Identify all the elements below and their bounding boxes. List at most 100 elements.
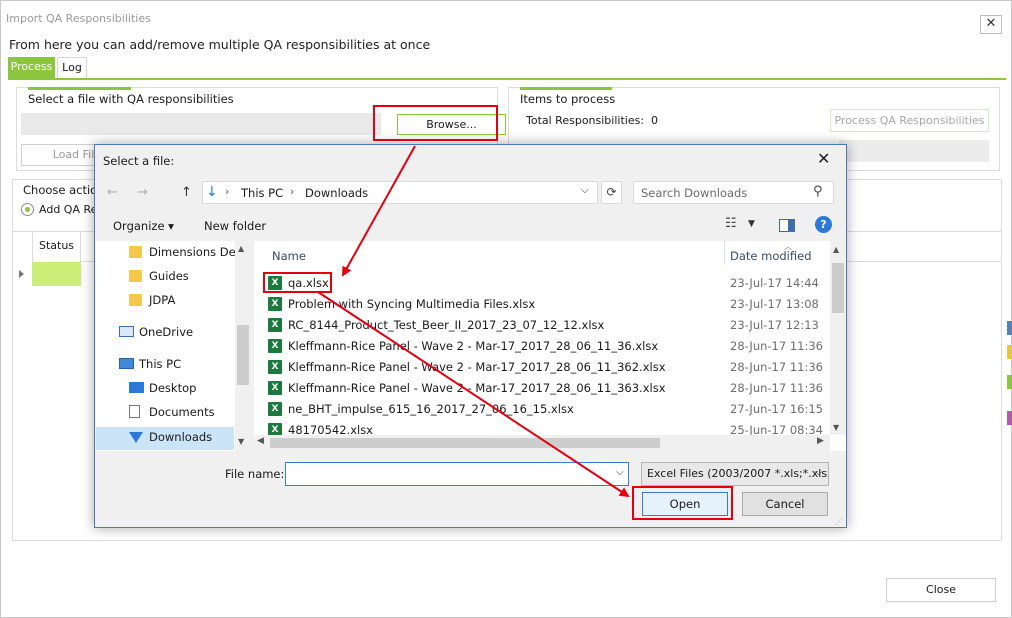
refresh-icon[interactable]: ⟳ (601, 181, 622, 204)
organize-button[interactable]: Organize ▾ (113, 219, 174, 233)
file-date: 23-Jul-17 12:13 (730, 318, 819, 332)
file-list-hscrollbar[interactable]: ◀ ▶ (254, 435, 830, 451)
nav-scrollbar[interactable]: ▲ ▼ (235, 241, 251, 451)
row-pointer-icon (19, 270, 24, 278)
file-dialog-toolbar: Organize ▾ New folder ☷ ▼ ? (95, 211, 846, 241)
nav-item-label: This PC (139, 357, 182, 371)
file-type-select[interactable]: Excel Files (2003/2007 *.xls;*.xlsx (641, 462, 829, 486)
file-type-dropdown-icon[interactable]: ⌵ (815, 467, 823, 478)
up-arrow-icon[interactable]: ↑ (181, 185, 192, 200)
file-name: Problem with Syncing Multimedia Files.xl… (288, 297, 536, 311)
search-input[interactable]: Search Downloads ⚲ (633, 181, 834, 204)
nav-item-label: OneDrive (139, 325, 194, 339)
file-list: Name ︿ Date modified X qa.xlsx 23-Jul-17… (254, 241, 846, 451)
items-title: Items to process (520, 92, 616, 106)
file-row[interactable]: X RC_8144_Product_Test_Beer_II_2017_23_0… (268, 315, 833, 336)
scroll-thumb[interactable] (237, 325, 249, 385)
file-name: RC_8144_Product_Test_Beer_II_2017_23_07_… (288, 318, 605, 332)
file-dialog-title: Select a file: (103, 154, 175, 168)
nav-item-label: JDPA (149, 293, 176, 307)
select-file-title: Select a file with QA responsibilities (28, 92, 234, 106)
excel-file-icon: X (268, 381, 282, 395)
back-arrow-icon[interactable]: ← (107, 185, 118, 200)
documents-icon (129, 405, 140, 418)
panel-accent-bar (520, 87, 612, 90)
downloads-icon: ↓ (206, 184, 218, 200)
grid-header-status[interactable]: Status (32, 232, 81, 262)
file-date: 23-Jul-17 13:08 (730, 297, 819, 311)
dialog-title: Import QA Responsibilities (6, 12, 151, 25)
resize-grip-icon[interactable]: ⋰ (835, 517, 843, 526)
chevron-down-icon[interactable]: ⌵ (581, 185, 589, 196)
file-path-field[interactable] (21, 113, 381, 135)
view-dropdown-icon[interactable]: ▼ (748, 219, 755, 229)
preview-pane-icon[interactable] (779, 219, 795, 232)
breadcrumb-this-pc[interactable]: This PC (241, 186, 283, 200)
file-row[interactable]: X ne_BHT_impulse_615_16_2017_27_06_16_15… (268, 399, 833, 420)
file-name-dropdown-icon[interactable]: ⌵ (616, 467, 624, 478)
scroll-thumb[interactable] (832, 263, 844, 313)
file-date: 28-Jun-17 11:36 (730, 360, 823, 374)
file-list-vscrollbar[interactable]: ▲ ▼ (830, 241, 846, 435)
nav-item-label: Desktop (149, 381, 197, 395)
file-name-input[interactable] (285, 462, 629, 486)
forward-arrow-icon[interactable]: → (137, 185, 148, 200)
total-responsibilities-label: Total Responsibilities: (526, 114, 645, 127)
dialog-close-button[interactable]: ✕ (980, 15, 1002, 34)
file-date: 23-Jul-17 14:44 (730, 276, 819, 290)
search-placeholder: Search Downloads (641, 186, 748, 200)
process-qa-button[interactable]: Process QA Responsibilities (830, 109, 989, 132)
cancel-button[interactable]: Cancel (742, 492, 828, 516)
scroll-down-icon[interactable]: ▼ (833, 423, 839, 432)
file-dialog-close-icon[interactable]: ✕ (817, 149, 830, 168)
scroll-thumb[interactable] (270, 438, 660, 448)
background-edge (1004, 321, 1012, 441)
tab-log[interactable]: Log (57, 57, 87, 78)
breadcrumb-chevron-icon[interactable]: › (225, 185, 229, 198)
add-qa-radio[interactable] (21, 203, 34, 216)
file-row[interactable]: X 48170542.xlsx 25-Jun-17 08:34 (268, 420, 833, 435)
scroll-up-icon[interactable]: ▲ (238, 244, 244, 253)
breadcrumb-downloads[interactable]: Downloads (305, 186, 368, 200)
file-row[interactable]: X Kleffmann-Rice Panel - Wave 2 - Mar-17… (268, 378, 833, 399)
computer-icon (119, 358, 134, 369)
column-header-name[interactable]: Name (272, 249, 306, 263)
tab-process[interactable]: Process (8, 57, 55, 78)
scroll-up-icon[interactable]: ▲ (833, 245, 839, 254)
progress-strip (839, 140, 989, 162)
file-date: 28-Jun-17 11:36 (730, 381, 823, 395)
file-date: 25-Jun-17 08:34 (730, 423, 823, 435)
file-row[interactable]: X Kleffmann-Rice Panel - Wave 2 - Mar-17… (268, 357, 833, 378)
file-name: ne_BHT_impulse_615_16_2017_27_06_16_15.x… (288, 402, 574, 416)
total-responsibilities-value: 0 (651, 114, 658, 127)
nav-item-label: Guides (149, 269, 189, 283)
file-name: 48170542.xlsx (288, 423, 373, 435)
grid-status-cell[interactable] (32, 262, 81, 286)
excel-file-icon: X (268, 402, 282, 416)
search-icon[interactable]: ⚲ (813, 184, 823, 199)
onedrive-icon (119, 326, 134, 337)
close-button[interactable]: Close (886, 578, 996, 602)
new-folder-button[interactable]: New folder (204, 219, 266, 233)
scroll-left-icon[interactable]: ◀ (257, 436, 264, 446)
file-name: Kleffmann-Rice Panel - Wave 2 - Mar-17_2… (288, 339, 659, 353)
scroll-down-icon[interactable]: ▼ (238, 437, 244, 446)
folder-icon (129, 294, 142, 306)
folder-icon (129, 270, 142, 282)
tab-underline (8, 78, 1006, 80)
help-icon[interactable]: ? (815, 216, 832, 233)
breadcrumb-chevron-icon[interactable]: › (290, 185, 294, 198)
dialog-subtitle: From here you can add/remove multiple QA… (9, 37, 431, 52)
scroll-right-icon[interactable]: ▶ (817, 436, 824, 446)
file-row[interactable]: X Problem with Syncing Multimedia Files.… (268, 294, 833, 315)
address-bar[interactable]: ↓ › This PC › Downloads ⌵ (202, 181, 598, 204)
file-name: Kleffmann-Rice Panel - Wave 2 - Mar-17_2… (288, 381, 666, 395)
column-header-date[interactable]: Date modified (730, 249, 812, 263)
highlight-qa-file-box (263, 272, 332, 293)
excel-file-icon: X (268, 318, 282, 332)
downloads-icon (129, 432, 143, 443)
excel-file-icon: X (268, 297, 282, 311)
file-row[interactable]: X Kleffmann-Rice Panel - Wave 2 - Mar-17… (268, 336, 833, 357)
view-options-icon[interactable]: ☷ (725, 216, 737, 231)
file-row[interactable]: X qa.xlsx 23-Jul-17 14:44 (268, 273, 833, 294)
